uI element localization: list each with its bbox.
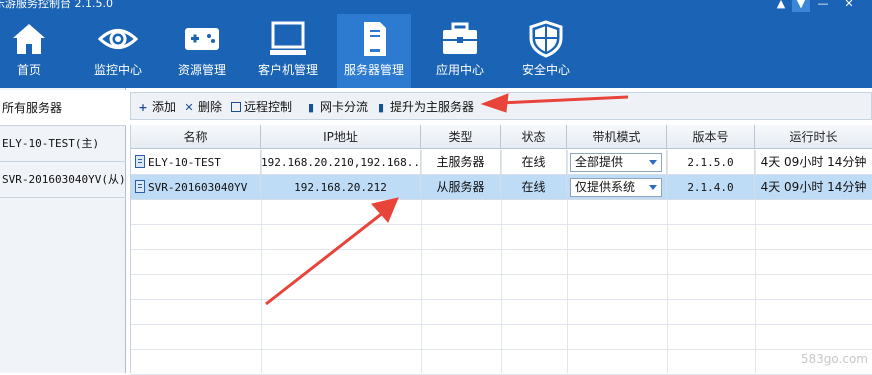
server-icon (135, 155, 145, 168)
nav-resource-management[interactable]: 资源管理 (164, 14, 240, 88)
column-header-status[interactable]: 状态 (501, 125, 567, 149)
nav-client-management[interactable]: 客户机管理 (250, 14, 326, 88)
cell-uptime: 4天 09小时 14分钟 (755, 150, 872, 175)
nav-server-management[interactable]: 服务器管理 (337, 14, 411, 88)
server-icon (364, 22, 386, 56)
cell-status: 在线 (501, 175, 567, 200)
cell-name: SVR-201603040YV (131, 175, 261, 200)
cell-mode: 全部提供 (567, 150, 667, 175)
nav-label: 服务器管理 (343, 63, 404, 77)
empty-row (131, 350, 872, 375)
sidebar-item-secondary-server[interactable]: SVR-201603040YV(从) (0, 162, 126, 198)
nav-label: 资源管理 (177, 63, 226, 77)
mode-select[interactable]: 仅提供系统 (570, 178, 662, 197)
promote-to-primary-button[interactable]: ▮ 提升为主服务器 (375, 98, 474, 116)
nav-label: 首页 (16, 63, 41, 77)
skin-icon[interactable]: ▲ (772, 0, 790, 12)
server-tree-sidebar: 所有服务器 ELY-10-TEST(主) SVR-201603040YV(从) (0, 88, 126, 373)
cell-version: 2.1.5.0 (667, 150, 755, 175)
nav-label: 客户机管理 (257, 63, 318, 77)
column-header-type[interactable]: 类型 (421, 125, 501, 149)
nav-label: 安全中心 (521, 63, 570, 77)
cell-mode: 仅提供系统 (567, 175, 667, 200)
table-row-selected[interactable]: SVR-201603040YV 192.168.20.212 从服务器 在线 仅… (131, 175, 872, 200)
remote-control-button[interactable]: 远程控制 (231, 98, 292, 116)
column-header-version[interactable]: 版本号 (667, 125, 755, 149)
watermark: 583go.com (800, 352, 868, 366)
network-card-icon: ▮ (307, 101, 315, 114)
cell-status: 在线 (501, 150, 567, 175)
top-navigation-bar: 乐游服务控制台 2.1.5.0 ▲ ▼ — ✕ 首页 监控中心 资源管理 客户机… (0, 0, 872, 88)
empty-row (131, 200, 872, 225)
minimize-button[interactable]: — (814, 0, 832, 12)
column-header-uptime[interactable]: 运行时长 (755, 125, 872, 149)
close-button[interactable]: ✕ (840, 0, 858, 12)
nav-security-center[interactable]: 安全中心 (508, 14, 584, 88)
remote-screen-icon (231, 102, 241, 112)
sidebar-item-all-servers[interactable]: 所有服务器 (0, 90, 126, 126)
menu-dropdown-icon[interactable]: ▼ (792, 0, 810, 12)
empty-row (131, 325, 872, 350)
column-header-ip[interactable]: IP地址 (261, 125, 421, 149)
nav-home[interactable]: 首页 (0, 14, 58, 88)
cell-type: 从服务器 (421, 175, 501, 200)
cell-uptime: 4天 09小时 14分钟 (755, 175, 872, 200)
delete-button[interactable]: ✕ 删除 (183, 98, 222, 116)
monitor-icon (270, 21, 306, 55)
home-icon (13, 24, 45, 54)
cell-version: 2.1.4.0 (667, 175, 755, 200)
empty-row (131, 275, 872, 300)
chevron-down-icon (649, 160, 657, 165)
nic-split-button[interactable]: ▮ 网卡分流 (305, 98, 368, 116)
shield-icon (529, 20, 563, 58)
empty-row (131, 225, 872, 250)
mode-select[interactable]: 全部提供 (570, 153, 662, 172)
toolbar: + 添加 ✕ 删除 远程控制 ▮ 网卡分流 ▮ 提升为主服务器 (130, 92, 872, 120)
title-bar: 乐游服务控制台 2.1.5.0 ▲ ▼ — ✕ (0, 0, 872, 12)
sidebar-item-primary-server[interactable]: ELY-10-TEST(主) (0, 126, 126, 162)
empty-row (131, 250, 872, 275)
plus-icon: + (138, 101, 148, 114)
server-promote-icon: ▮ (377, 101, 385, 114)
cell-ip: 192.168.20.210,192.168.... (261, 150, 421, 175)
empty-row (131, 300, 872, 325)
toolbox-icon (443, 22, 477, 54)
nav-monitor-center[interactable]: 监控中心 (80, 14, 156, 88)
nav-app-center[interactable]: 应用中心 (422, 14, 498, 88)
server-table: 名称 IP地址 类型 状态 带机模式 版本号 运行时长 ELY-10-TEST … (130, 125, 872, 375)
column-header-mode[interactable]: 带机模式 (567, 125, 667, 149)
column-header-name[interactable]: 名称 (131, 125, 261, 149)
cell-type: 主服务器 (421, 150, 501, 175)
add-button[interactable]: + 添加 (137, 98, 176, 116)
close-icon: ✕ (184, 101, 194, 114)
gamepad-icon (185, 28, 219, 50)
cell-name: ELY-10-TEST (131, 150, 261, 175)
eye-icon (98, 29, 138, 49)
nav-label: 监控中心 (93, 63, 142, 77)
nav-label: 应用中心 (435, 63, 484, 77)
chevron-down-icon (649, 185, 657, 190)
server-icon (135, 180, 145, 193)
cell-ip: 192.168.20.212 (261, 175, 421, 200)
app-title: 乐游服务控制台 2.1.5.0 (0, 0, 113, 10)
table-row[interactable]: ELY-10-TEST 192.168.20.210,192.168.... 主… (131, 150, 872, 175)
